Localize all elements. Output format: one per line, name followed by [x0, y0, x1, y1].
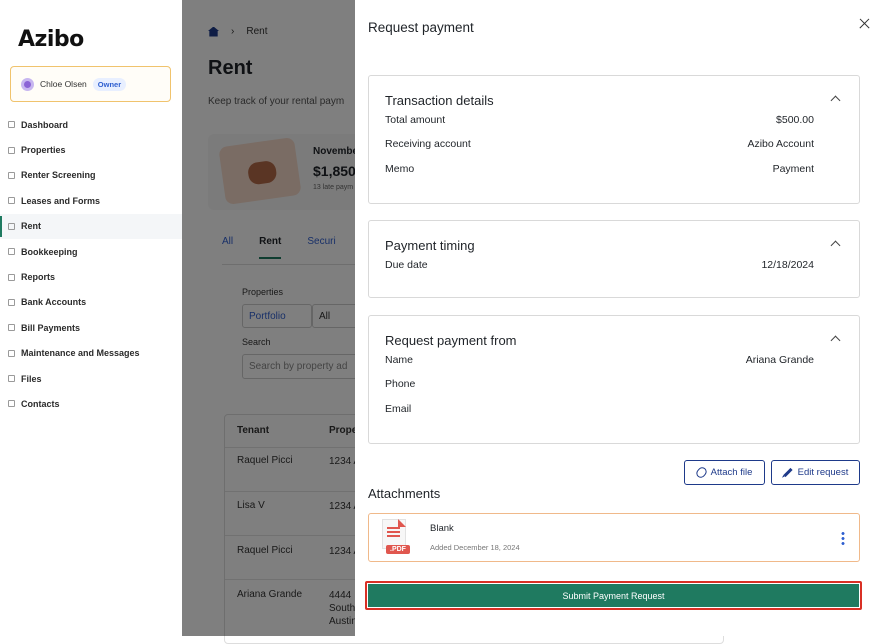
sidebar-item-files[interactable]: Files: [0, 366, 182, 391]
payment-timing-section: Payment timing Due date 12/18/2024: [368, 220, 860, 298]
user-name: Chloe Olsen: [40, 79, 87, 89]
avatar: [21, 77, 34, 91]
memo-label: Memo: [385, 163, 415, 175]
sidebar-item-bookkeeping[interactable]: Bookkeeping: [0, 239, 182, 264]
total-amount-label: Total amount: [385, 114, 446, 126]
bank-icon: [8, 298, 15, 306]
role-badge: Owner: [92, 77, 127, 91]
rent-icon: [8, 222, 15, 230]
attachment-date: Added December 18, 2024: [430, 543, 520, 552]
sidebar-item-label: Rent: [21, 221, 41, 232]
report-icon: [8, 273, 15, 281]
receiving-account-label: Receiving account: [385, 138, 471, 150]
name-label: Name: [385, 354, 414, 366]
sidebar-item-renter-screening[interactable]: Renter Screening: [0, 163, 182, 188]
folder-icon: [8, 375, 15, 383]
azibo-logo[interactable]: Azibo: [18, 27, 84, 52]
sidebar-item-label: Leases and Forms: [21, 195, 101, 206]
edit-request-button[interactable]: Edit request: [771, 460, 860, 485]
transaction-details-section: Transaction details Total amount $500.00…: [368, 75, 860, 204]
due-date-value: 12/18/2024: [761, 259, 814, 271]
sidebar-item-maintenance-and-messages[interactable]: Maintenance and Messages: [0, 341, 182, 366]
document-icon: [8, 197, 15, 205]
sidebar-item-label: Properties: [21, 145, 66, 156]
submit-payment-request-button[interactable]: Submit Payment Request: [368, 584, 859, 607]
close-icon[interactable]: [853, 12, 877, 36]
sidebar-item-label: Reports: [21, 272, 56, 283]
submit-highlight: Submit Payment Request: [365, 581, 862, 610]
sidebar-item-dashboard[interactable]: Dashboard: [0, 112, 182, 137]
account-switcher[interactable]: Chloe Olsen Owner: [10, 66, 171, 102]
name-value: Ariana Grande: [745, 354, 814, 366]
sidebar-item-rent[interactable]: Rent: [0, 213, 182, 239]
attachment-item[interactable]: .PDF Blank Added December 18, 2024: [368, 513, 860, 562]
sidebar: Azibo Chloe Olsen Owner Dashboard Proper…: [0, 0, 182, 636]
due-date-label: Due date: [385, 259, 428, 271]
receiving-account-value: Azibo Account: [747, 138, 814, 150]
chevron-up-icon[interactable]: [830, 240, 841, 251]
pencil-icon: [783, 467, 793, 478]
building-icon: [8, 146, 15, 154]
home-icon: [8, 121, 15, 129]
sidebar-item-properties[interactable]: Properties: [0, 137, 182, 162]
sidebar-item-label: Renter Screening: [21, 170, 96, 181]
sidebar-item-label: Maintenance and Messages: [21, 348, 140, 359]
phone-label: Phone: [385, 378, 416, 390]
attachment-name: Blank: [430, 523, 454, 534]
attach-file-label: Attach file: [710, 467, 753, 478]
total-amount-value: $500.00: [776, 114, 814, 126]
edit-request-label: Edit request: [797, 467, 849, 478]
paperclip-icon: [694, 465, 709, 480]
memo-value: Payment: [772, 163, 814, 175]
sidebar-item-label: Bill Payments: [21, 322, 81, 333]
sidebar-item-bank-accounts[interactable]: Bank Accounts: [0, 290, 182, 315]
email-label: Email: [385, 403, 412, 415]
request-payment-drawer: Request payment Transaction details Tota…: [355, 0, 877, 636]
request-payment-from-section: Request payment from Name Ariana Grande …: [368, 315, 860, 444]
pdf-badge: .PDF: [386, 545, 410, 554]
sidebar-item-reports[interactable]: Reports: [0, 264, 182, 289]
screening-icon: [8, 171, 15, 179]
sidebar-item-label: Bookkeeping: [21, 246, 78, 257]
sidebar-item-leases-and-forms[interactable]: Leases and Forms: [0, 188, 182, 213]
drawer-title: Request payment: [368, 20, 474, 35]
section-title: Request payment from: [385, 333, 517, 348]
contacts-icon: [8, 400, 15, 408]
chevron-up-icon[interactable]: [830, 95, 841, 106]
sidebar-item-bill-payments[interactable]: Bill Payments: [0, 315, 182, 340]
sidebar-item-contacts[interactable]: Contacts: [0, 391, 182, 416]
sidebar-item-label: Dashboard: [21, 119, 69, 130]
attachments-heading: Attachments: [368, 486, 441, 501]
more-options-icon[interactable]: [841, 531, 845, 545]
book-icon: [8, 248, 15, 256]
attach-file-button[interactable]: Attach file: [684, 460, 765, 485]
section-title: Payment timing: [385, 238, 475, 253]
chevron-up-icon[interactable]: [830, 335, 841, 346]
sidebar-item-label: Contacts: [21, 398, 60, 409]
tools-icon: [8, 349, 15, 357]
sidebar-nav: Dashboard Properties Renter Screening Le…: [0, 112, 182, 417]
sidebar-item-label: Bank Accounts: [21, 297, 87, 308]
bill-icon: [8, 324, 15, 332]
sidebar-item-label: Files: [21, 373, 42, 384]
section-title: Transaction details: [385, 93, 494, 108]
